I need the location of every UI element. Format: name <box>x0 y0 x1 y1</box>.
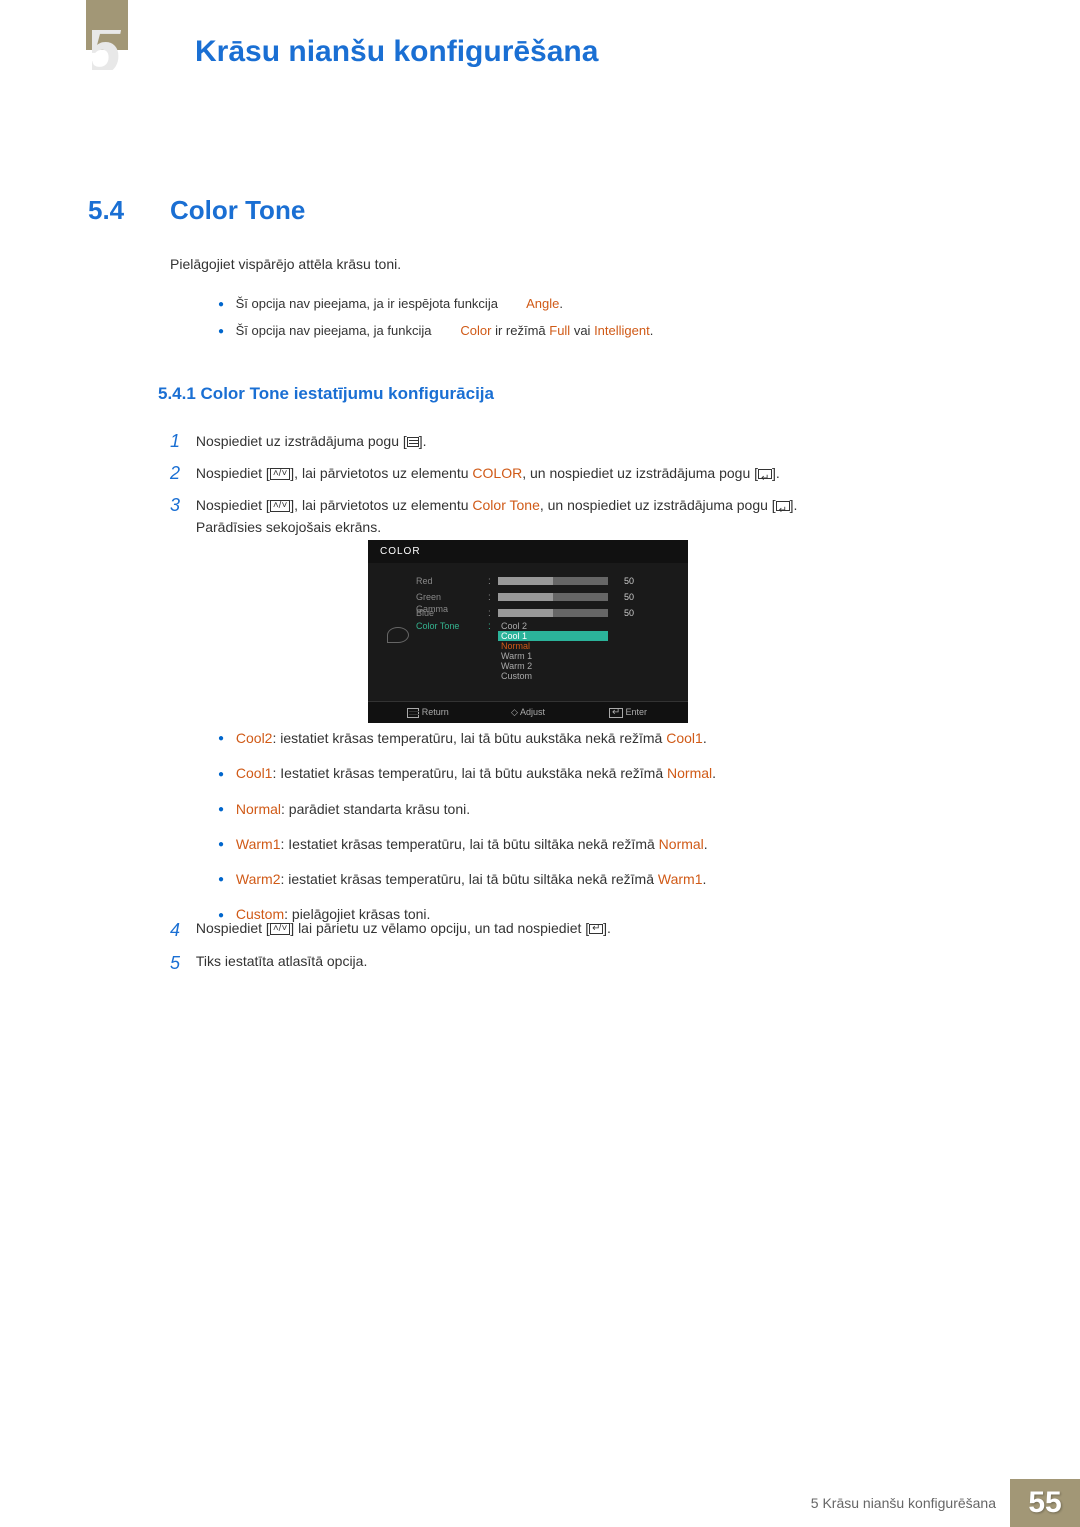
step-body: Nospiediet [˄/˅], lai pārvietotos uz ele… <box>196 462 966 484</box>
note-text: Šī opcija nav pieejama, ja ir iespējota … <box>236 296 502 311</box>
steps: 1 Nospiediet uz izstrādājuma pogu []. 2 … <box>170 420 990 538</box>
osd-title: COLOR <box>368 540 688 563</box>
osd-footer-return: Return <box>378 707 478 718</box>
tone-option: Warm 1 <box>498 651 608 661</box>
note-highlight: Color <box>460 323 491 338</box>
tone-list: Cool 2 Cool 1 Normal Warm 1 Warm 2 Custo… <box>498 621 608 681</box>
note-highlight: Angle <box>526 296 559 311</box>
desc-row: ● Warm2: iestatiet krāsas temperatūru, l… <box>218 869 978 890</box>
osd-row: Gamma <box>416 601 676 617</box>
menu-icon <box>407 437 419 447</box>
page: 5 Krāsu nianšu konfigurēšana 5.4 Color T… <box>0 0 1080 1527</box>
intro-text: Pielāgojiet vispārējo attēla krāsu toni. <box>170 256 401 272</box>
slider-bar <box>498 593 608 601</box>
subsection-title: 5.4.1 Color Tone iestatījumu konfigurāci… <box>158 384 494 404</box>
step-row: 1 Nospiediet uz izstrādājuma pogu []. <box>170 430 990 452</box>
section-title: Color Tone <box>170 195 305 226</box>
description-list: ● Cool2: iestatiet krāsas temperatūru, l… <box>218 728 978 940</box>
note-list: ● Šī opcija nav pieejama, ja ir iespējot… <box>218 296 653 350</box>
step-number: 1 <box>170 430 192 452</box>
page-title: Krāsu nianšu konfigurēšana <box>195 35 598 69</box>
bullet-icon: ● <box>218 326 232 337</box>
osd-row: Red:50 <box>416 573 676 589</box>
step-number: 5 <box>170 953 192 974</box>
note-row: ● Šī opcija nav pieejama, ja ir iespējot… <box>218 296 653 311</box>
osd-body: Red:50 Green:50 Blue:50 Color Tone: Cool… <box>368 563 688 701</box>
step-number: 2 <box>170 462 192 484</box>
bullet-icon: ● <box>218 299 232 310</box>
step-body: Nospiediet [˄/˅] lai pārietu uz vēlamo o… <box>196 920 966 936</box>
osd-panel: COLOR Red:50 Green:50 Blue:50 Color Tone… <box>368 540 688 723</box>
step-body: Tiks iestatīta atlasītā opcija. <box>196 953 966 969</box>
step-row: 5 Tiks iestatīta atlasītā opcija. <box>170 953 990 974</box>
step-number: 4 <box>170 920 192 941</box>
bullet-icon: ● <box>218 800 232 820</box>
desc-row: ● Cool2: iestatiet krāsas temperatūru, l… <box>218 728 978 749</box>
note-highlight: Intelligent <box>594 323 650 338</box>
bullet-icon: ● <box>218 870 232 890</box>
osd-icon-col <box>380 573 416 697</box>
note-text: Šī opcija nav pieejama, ja funkcija <box>236 323 435 338</box>
footer-text: 5 Krāsu nianšu konfigurēšana <box>811 1495 1010 1511</box>
tone-option: Cool 2 <box>498 621 608 631</box>
page-footer: 5 Krāsu nianšu konfigurēšana 55 <box>0 1479 1080 1527</box>
page-number: 55 <box>1010 1479 1080 1527</box>
step-row: 4 Nospiediet [˄/˅] lai pārietu uz vēlamo… <box>170 920 990 941</box>
enter-icon <box>776 501 790 511</box>
step-body: Nospiediet uz izstrādājuma pogu []. <box>196 430 966 452</box>
tone-option: Custom <box>498 671 608 681</box>
desc-row: ● Cool1: Iestatiet krāsas temperatūru, l… <box>218 763 978 784</box>
osd-row: Color Tone: Cool 2 Cool 1 Normal Warm 1 … <box>416 621 676 681</box>
desc-row: ● Normal: parādiet standarta krāsu toni. <box>218 799 978 820</box>
note-row: ● Šī opcija nav pieejama, ja funkcija Co… <box>218 323 653 338</box>
enter-icon <box>589 924 603 934</box>
step-number: 3 <box>170 494 192 516</box>
step-row: 2 Nospiediet [˄/˅], lai pārvietotos uz e… <box>170 462 990 484</box>
enter-icon <box>758 469 772 479</box>
step-row: 3 Nospiediet [˄/˅], lai pārvietotos uz e… <box>170 494 990 538</box>
updown-icon: ˄/˅ <box>270 468 290 480</box>
tone-option-selected: Cool 1 <box>498 631 608 641</box>
bullet-icon: ● <box>218 835 232 855</box>
note-highlight: Full <box>549 323 570 338</box>
desc-row: ● Warm1: Iestatiet krāsas temperatūru, l… <box>218 834 978 855</box>
bullet-icon: ● <box>218 729 232 749</box>
chapter-decoration: 5 <box>92 30 152 70</box>
osd-footer-enter: Enter <box>578 707 678 718</box>
osd-footer-adjust: ◇ Adjust <box>478 707 578 718</box>
bullet-icon: ● <box>218 765 232 785</box>
step-body: Nospiediet [˄/˅], lai pārvietotos uz ele… <box>196 494 966 538</box>
slider-bar <box>498 577 608 585</box>
section-number: 5.4 <box>88 195 124 226</box>
palette-icon <box>387 627 409 643</box>
tone-option: Normal <box>498 641 608 651</box>
osd-rows: Red:50 Green:50 Blue:50 Color Tone: Cool… <box>416 573 676 697</box>
osd-footer: Return ◇ Adjust Enter <box>368 701 688 723</box>
tone-option: Warm 2 <box>498 661 608 671</box>
updown-icon: ˄/˅ <box>270 923 290 935</box>
updown-icon: ˄/˅ <box>270 500 290 512</box>
